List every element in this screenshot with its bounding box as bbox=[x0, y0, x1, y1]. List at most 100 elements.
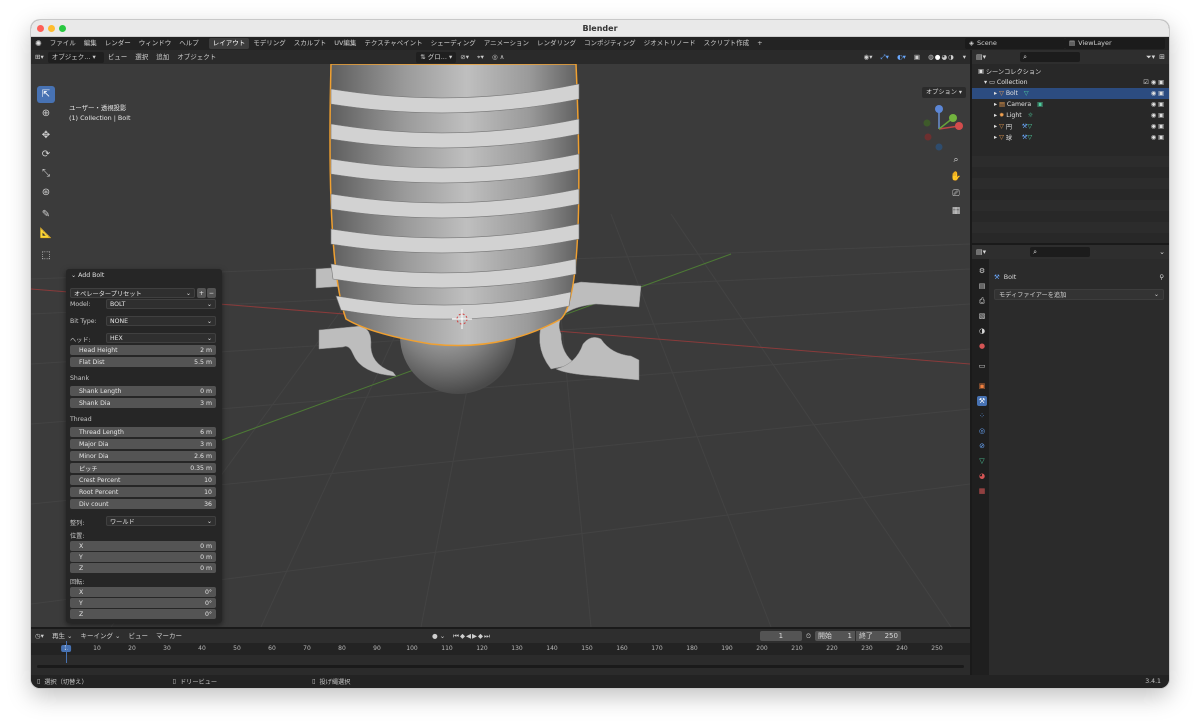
root-percent-field[interactable]: Root Percent 10 bbox=[70, 487, 216, 497]
clock-icon[interactable]: ⏲ bbox=[802, 631, 815, 642]
rotation-y-field[interactable]: Y 0° bbox=[70, 598, 216, 608]
render-camera-icon[interactable]: ▣ bbox=[1158, 112, 1164, 119]
overlay-icon[interactable]: ◐▾ bbox=[893, 52, 910, 63]
render-camera-icon[interactable]: ▣ bbox=[1158, 101, 1164, 108]
3d-viewport[interactable]: ユーザー・透視投影 (1) Collection | Bolt オプション ▾ … bbox=[31, 64, 970, 627]
timeline-scrollbar[interactable] bbox=[37, 665, 964, 668]
timeline-editor-icon[interactable]: ◷▾ bbox=[31, 631, 48, 642]
menu-select[interactable]: 選択 bbox=[131, 52, 152, 63]
rotation-z-field[interactable]: Z 0° bbox=[70, 609, 216, 619]
playhead[interactable] bbox=[66, 641, 67, 663]
align-dropdown[interactable]: ワールド ⌄ bbox=[106, 516, 216, 526]
scene-selector[interactable]: ◈ Scene bbox=[965, 38, 1065, 49]
add-workspace-icon[interactable]: + bbox=[753, 38, 766, 49]
scene-collection-row[interactable]: ▣ シーンコレクション bbox=[972, 66, 1169, 77]
location-x-field[interactable]: X0 m bbox=[70, 541, 216, 551]
move-tool-icon[interactable]: ✥ bbox=[37, 127, 55, 144]
bolt-object[interactable] bbox=[329, 64, 580, 347]
visibility-eye-icon[interactable]: ◉ bbox=[1151, 134, 1156, 141]
frame-ruler[interactable]: 1102030405060708090100110120130140150160… bbox=[31, 643, 970, 655]
minor-dia-field[interactable]: Minor Dia 2.6 m bbox=[70, 451, 216, 461]
tab-rendering[interactable]: レンダリング bbox=[533, 38, 580, 49]
outliner-item-sphere[interactable]: ▸ ▽ 球 ⚒ ▽ ◉ ▣ bbox=[972, 132, 1169, 143]
particles-tab-icon[interactable]: ⁘ bbox=[977, 411, 987, 421]
tool-tab-icon[interactable]: ⚙ bbox=[977, 266, 987, 276]
current-frame-field[interactable]: 1 bbox=[759, 631, 802, 641]
record-button[interactable]: ● ⌄ bbox=[428, 631, 449, 642]
proportional-edit-icon[interactable]: ◎ ∧ bbox=[488, 52, 509, 63]
visibility-eye-icon[interactable]: ◉ bbox=[1151, 123, 1156, 130]
menu-view[interactable]: ビュー bbox=[104, 52, 132, 63]
menu-help[interactable]: ヘルプ bbox=[175, 38, 203, 49]
location-z-field[interactable]: Z0 m bbox=[70, 563, 216, 573]
outliner-item-camera[interactable]: ▸ ▤ Camera ▣ ◉ ▣ bbox=[972, 99, 1169, 110]
visibility-eye-icon[interactable]: ◉ bbox=[1151, 112, 1156, 119]
menu-edit[interactable]: 編集 bbox=[80, 38, 101, 49]
major-dia-field[interactable]: Major Dia 3 m bbox=[70, 439, 216, 449]
head-height-field[interactable]: Head Height 2 m bbox=[70, 345, 216, 355]
shading-modes[interactable]: ◍●◕◑ bbox=[924, 52, 959, 63]
shank-dia-field[interactable]: Shank Dia 3 m bbox=[70, 398, 216, 408]
select-tool-icon[interactable]: ⇱ bbox=[37, 86, 55, 103]
transform-tool-icon[interactable]: ⊛ bbox=[37, 184, 55, 201]
view-layer-tab-icon[interactable]: ▧ bbox=[977, 311, 987, 321]
exclude-checkbox[interactable]: ☑ bbox=[1143, 79, 1149, 86]
modifier-tab-icon[interactable]: ⚒ bbox=[977, 396, 987, 406]
xray-icon[interactable]: ▣ bbox=[910, 52, 924, 63]
shading-options-icon[interactable]: ▾ bbox=[959, 52, 970, 63]
bit-type-dropdown[interactable]: NONE ⌄ bbox=[106, 316, 216, 326]
add-preset-button[interactable]: + bbox=[197, 288, 206, 298]
visibility-icon[interactable]: ◉▾ bbox=[860, 52, 877, 63]
end-frame-field[interactable]: 終了 250 bbox=[855, 631, 901, 641]
pin-icon[interactable]: ⚲ bbox=[1159, 273, 1164, 281]
visibility-eye-icon[interactable]: ◉ bbox=[1151, 79, 1156, 86]
outliner-item-bolt[interactable]: ▸ ▽ Bolt ▽ ◉ ▣ bbox=[972, 88, 1169, 99]
shank-length-field[interactable]: Shank Length 0 m bbox=[70, 386, 216, 396]
properties-search-input[interactable]: ⌕ bbox=[1030, 247, 1091, 257]
panel-title[interactable]: ⌄ Add Bolt bbox=[71, 272, 104, 279]
view-layer-selector[interactable]: ▤ ViewLayer bbox=[1065, 38, 1165, 49]
rotation-x-field[interactable]: X 0° bbox=[70, 587, 216, 597]
properties-editor-icon[interactable]: ▤▾ bbox=[976, 248, 986, 256]
options-dropdown[interactable]: オプション ▾ bbox=[922, 87, 967, 98]
tab-sculpt[interactable]: スカルプト bbox=[290, 38, 331, 49]
render-camera-icon[interactable]: ▣ bbox=[1158, 134, 1164, 141]
render-tab-icon[interactable]: ▤ bbox=[977, 281, 987, 291]
cursor-tool-icon[interactable]: ⊕ bbox=[37, 105, 55, 122]
tab-geometry-nodes[interactable]: ジオメトリノード bbox=[640, 38, 700, 49]
remove-preset-button[interactable]: − bbox=[207, 288, 216, 298]
menu-render[interactable]: レンダー bbox=[101, 38, 135, 49]
add-cube-tool-icon[interactable]: ⬚ bbox=[37, 247, 55, 264]
menu-window[interactable]: ウィンドウ bbox=[135, 38, 176, 49]
pan-icon[interactable]: ✋ bbox=[949, 169, 963, 186]
camera-view-icon[interactable]: ⎚ bbox=[949, 186, 963, 203]
start-frame-field[interactable]: 開始 1 bbox=[814, 631, 855, 641]
editor-type-icon[interactable]: ⊞▾ bbox=[31, 52, 48, 63]
render-camera-icon[interactable]: ▣ bbox=[1158, 123, 1164, 130]
add-modifier-dropdown[interactable]: モディファイアーを追加 ⌄ bbox=[994, 289, 1164, 300]
tab-layout[interactable]: レイアウト bbox=[208, 38, 250, 49]
menu-object[interactable]: オブジェクト bbox=[173, 52, 220, 63]
filter-icon[interactable]: ⏷▾ bbox=[1146, 53, 1155, 62]
material-tab-icon[interactable]: ◕ bbox=[977, 471, 987, 481]
pitch-field[interactable]: ピッチ 0.35 m bbox=[70, 463, 216, 473]
collection-tab-icon[interactable]: ▭ bbox=[977, 361, 987, 371]
tab-scripting[interactable]: スクリプト作成 bbox=[700, 38, 754, 49]
model-dropdown[interactable]: BOLT ⌄ bbox=[106, 299, 216, 309]
outliner-search-input[interactable]: ⌕ bbox=[1020, 52, 1081, 62]
thread-length-field[interactable]: Thread Length 6 m bbox=[70, 427, 216, 437]
ortho-toggle-icon[interactable]: ▦ bbox=[949, 203, 963, 220]
new-collection-icon[interactable]: ⊞ bbox=[1159, 53, 1165, 61]
menu-timeline-view[interactable]: ビュー bbox=[124, 631, 152, 642]
render-camera-icon[interactable]: ▣ bbox=[1158, 90, 1164, 97]
menu-marker[interactable]: マーカー bbox=[152, 631, 186, 642]
pivot-icon[interactable]: ⊘▾ bbox=[456, 52, 473, 63]
tab-modeling[interactable]: モデリング bbox=[249, 38, 290, 49]
menu-file[interactable]: ファイル bbox=[46, 38, 80, 49]
annotate-tool-icon[interactable]: ✎ bbox=[37, 206, 55, 223]
tab-uv-editing[interactable]: UV編集 bbox=[330, 38, 360, 49]
gizmo-icon[interactable]: ⤢▾ bbox=[876, 52, 892, 63]
rotate-tool-icon[interactable]: ⟳ bbox=[37, 146, 55, 163]
tab-animation[interactable]: アニメーション bbox=[480, 38, 533, 49]
div-count-field[interactable]: Div count 36 bbox=[70, 499, 216, 509]
